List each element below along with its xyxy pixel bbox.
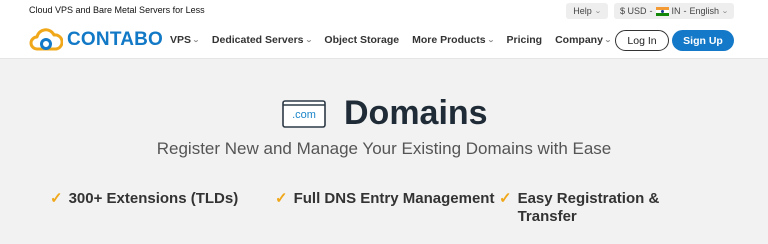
nav-item-label: Object Storage bbox=[324, 34, 400, 46]
nav-item-more-products[interactable]: More Products ⌄ bbox=[412, 34, 495, 46]
separator-dash: - bbox=[649, 6, 653, 16]
feature-label-line1: Easy Registration & bbox=[517, 190, 660, 207]
currency-label: $ USD bbox=[620, 6, 647, 16]
nav-links: VPS ⌄ Dedicated Servers ⌄ Object Storage… bbox=[170, 34, 624, 46]
locale-selector[interactable]: $ USD - IN - English ⌄ bbox=[614, 3, 734, 19]
nav-item-label: More Products bbox=[412, 34, 486, 46]
feature-label-line2: Transfer bbox=[517, 208, 577, 225]
page-title: Domains bbox=[344, 94, 488, 132]
nav-item-dedicated-servers[interactable]: Dedicated Servers ⌄ bbox=[212, 34, 312, 46]
separator-dash-2: - bbox=[683, 6, 687, 16]
contabo-logo[interactable]: CONTABO bbox=[29, 27, 163, 53]
nav-item-label: Company bbox=[555, 34, 603, 46]
chevron-down-icon: ⌄ bbox=[604, 37, 612, 44]
hero-heading: .com Domains bbox=[282, 94, 488, 133]
chevron-down-icon: ⌄ bbox=[486, 37, 495, 44]
tagline: Cloud VPS and Bare Metal Servers for Les… bbox=[29, 5, 205, 15]
signup-button[interactable]: Sign Up bbox=[672, 30, 734, 51]
checkmark-icon: ✓ bbox=[499, 190, 512, 207]
page-subtitle: Register New and Manage Your Existing Do… bbox=[156, 139, 612, 158]
feature-item: ✓ Easy Registration & Transfer bbox=[499, 190, 659, 226]
main-navigation: CONTABO VPS ⌄ Dedicated Servers ⌄ Object… bbox=[0, 22, 768, 59]
checkmark-icon: ✓ bbox=[275, 190, 288, 207]
chevron-down-icon: ⌄ bbox=[593, 8, 602, 15]
nav-item-pricing[interactable]: Pricing bbox=[506, 34, 542, 46]
feature-item: ✓ Full DNS Entry Management bbox=[275, 190, 494, 208]
india-flag-icon bbox=[655, 6, 669, 16]
help-dropdown[interactable]: Help ⌄ bbox=[566, 3, 608, 19]
chevron-down-icon: ⌄ bbox=[721, 8, 729, 15]
cloud-logo-icon bbox=[29, 28, 63, 51]
browser-domain-icon: .com bbox=[282, 99, 326, 128]
nav-item-label: Dedicated Servers bbox=[211, 34, 304, 46]
logo-text: CONTABO bbox=[67, 29, 164, 50]
domain-icon-label: .com bbox=[292, 108, 316, 121]
nav-item-label: VPS bbox=[170, 34, 192, 46]
chevron-down-icon: ⌄ bbox=[304, 37, 313, 44]
feature-label: Full DNS Entry Management bbox=[293, 190, 495, 207]
help-label: Help bbox=[573, 6, 592, 16]
checkmark-icon: ✓ bbox=[50, 190, 63, 207]
nav-item-object-storage[interactable]: Object Storage bbox=[324, 34, 399, 46]
chevron-down-icon: ⌄ bbox=[192, 37, 200, 44]
nav-item-company[interactable]: Company ⌄ bbox=[555, 34, 612, 46]
nav-item-vps[interactable]: VPS ⌄ bbox=[170, 34, 200, 46]
feature-label: Easy Registration & Transfer bbox=[518, 190, 660, 226]
nav-item-label: Pricing bbox=[506, 34, 543, 46]
region-label: IN bbox=[671, 6, 681, 16]
feature-label: 300+ Extensions (TLDs) bbox=[68, 190, 239, 207]
login-button[interactable]: Log In bbox=[615, 30, 669, 51]
top-utility-bar: Cloud VPS and Bare Metal Servers for Les… bbox=[0, 0, 768, 22]
feature-item: ✓ 300+ Extensions (TLDs) bbox=[50, 190, 238, 208]
language-label: English bbox=[689, 6, 720, 16]
